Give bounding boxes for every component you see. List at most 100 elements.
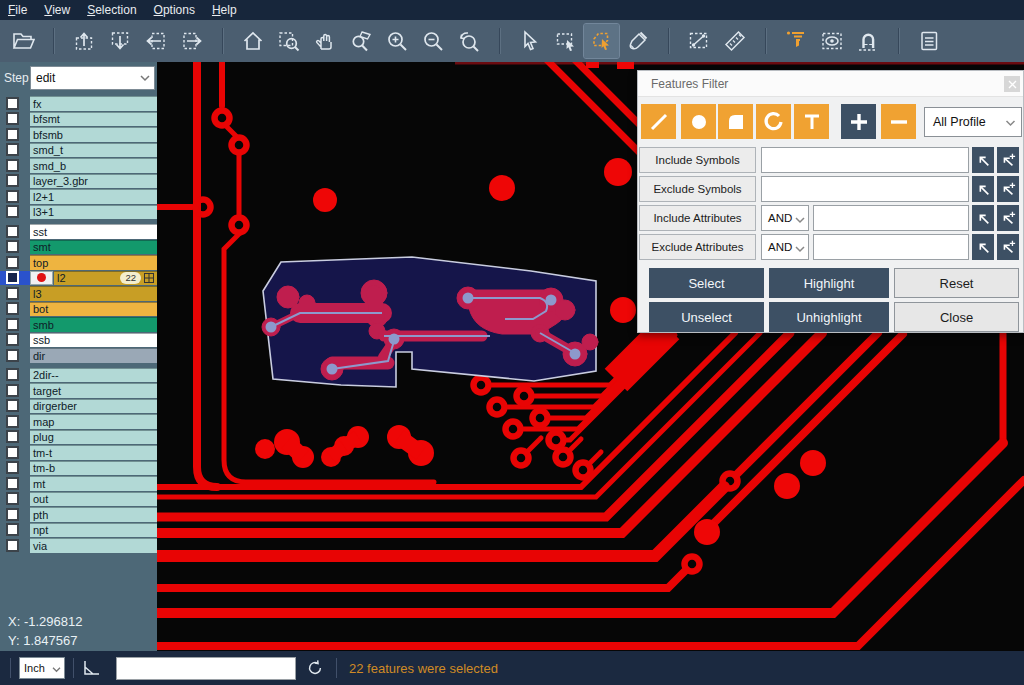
layer-checkbox[interactable]	[6, 333, 19, 346]
send-left-button[interactable]	[138, 24, 173, 58]
active-layer-indicator[interactable]	[30, 271, 53, 286]
layer-label-l3+1[interactable]: l3+1	[30, 205, 157, 220]
layer-label-smt[interactable]: smt	[30, 240, 157, 255]
layer-checkbox[interactable]	[6, 271, 19, 284]
layer-checkbox[interactable]	[6, 112, 19, 125]
layer-label-bfsmt[interactable]: bfsmt	[30, 112, 157, 127]
exclude-symbols-button[interactable]: Exclude Symbols	[639, 176, 756, 202]
zoom-window-button[interactable]	[271, 24, 306, 58]
exclude-attributes-operator[interactable]: AND	[761, 234, 809, 260]
exclude-symbols-input[interactable]	[761, 176, 969, 202]
layer-checkbox[interactable]	[6, 143, 19, 156]
layer-label-2dir--[interactable]: 2dir--	[30, 368, 157, 383]
grid-icon[interactable]	[144, 273, 154, 283]
command-input[interactable]	[116, 657, 296, 680]
layer-label-mt[interactable]: mt	[30, 476, 157, 491]
send-up-button[interactable]	[66, 24, 101, 58]
layer-checkbox[interactable]	[6, 205, 19, 218]
layer-label-l3[interactable]: l3	[30, 286, 157, 301]
report-list-button[interactable]	[911, 24, 946, 58]
close-button[interactable]: Close	[894, 302, 1019, 332]
include-attributes-operator[interactable]: AND	[761, 205, 809, 231]
select-pointer-button[interactable]	[512, 24, 547, 58]
polygon-select-button[interactable]	[584, 24, 619, 58]
pick-symbol-button[interactable]	[972, 176, 994, 202]
layer-checkbox[interactable]	[6, 159, 19, 172]
layer-label-via[interactable]: via	[30, 538, 157, 553]
dialog-title-bar[interactable]: Features Filter	[638, 71, 1023, 97]
layer-label-tm-t[interactable]: tm-t	[30, 445, 157, 460]
exclude-attributes-input[interactable]	[813, 234, 969, 260]
layer-checkbox[interactable]	[6, 430, 19, 443]
pick-symbol-button[interactable]	[972, 147, 994, 173]
layer-label-sst[interactable]: sst	[30, 224, 157, 239]
layer-label-smd_b[interactable]: smd_b	[30, 158, 157, 173]
home-view-button[interactable]	[235, 24, 270, 58]
features-filter-button[interactable]	[778, 24, 813, 58]
layer-checkbox[interactable]	[6, 415, 19, 428]
filter-add-button[interactable]	[841, 104, 876, 139]
filter-text-button[interactable]	[794, 104, 829, 139]
layer-label-l2+1[interactable]: l2+1	[30, 189, 157, 204]
snap-magnet-button[interactable]	[850, 24, 885, 58]
layer-label-out[interactable]: out	[30, 492, 157, 507]
layer-label-target[interactable]: target	[30, 383, 157, 398]
filter-remove-button[interactable]	[881, 104, 916, 139]
pick-attribute-add-button[interactable]	[997, 205, 1019, 231]
layer-label-top[interactable]: top	[30, 255, 157, 270]
reset-button[interactable]: Reset	[894, 268, 1019, 298]
filter-line-button[interactable]	[641, 104, 676, 139]
layer-checkbox[interactable]	[6, 190, 19, 203]
send-down-button[interactable]	[102, 24, 137, 58]
zoom-out-button[interactable]	[415, 24, 450, 58]
layer-checkbox[interactable]	[6, 399, 19, 412]
layer-label-bot[interactable]: bot	[30, 302, 157, 317]
layer-checkbox[interactable]	[6, 225, 19, 238]
include-attributes-input[interactable]	[813, 205, 969, 231]
layer-label-layer_3.gbr[interactable]: layer_3.gbr	[30, 174, 157, 189]
filter-pad-button[interactable]	[681, 104, 716, 139]
pick-attribute-add-button[interactable]	[997, 234, 1019, 260]
layer-checkbox[interactable]	[6, 446, 19, 459]
zoom-selection-button[interactable]	[343, 24, 378, 58]
menu-item-view[interactable]: View	[44, 3, 70, 17]
unhighlight-button[interactable]: Unhighlight	[769, 302, 889, 332]
selection-region[interactable]	[262, 257, 598, 387]
menu-item-options[interactable]: Options	[154, 3, 195, 17]
layer-label-bfsmb[interactable]: bfsmb	[30, 127, 157, 142]
layer-checkbox[interactable]	[6, 461, 19, 474]
layer-checkbox[interactable]	[6, 240, 19, 253]
send-right-button[interactable]	[174, 24, 209, 58]
ruler-button[interactable]	[717, 24, 752, 58]
paint-brush-button[interactable]	[620, 24, 655, 58]
highlight-button[interactable]: Highlight	[769, 268, 889, 298]
layer-label-map[interactable]: map	[30, 414, 157, 429]
layer-label-dirgerber[interactable]: dirgerber	[30, 399, 157, 414]
menu-item-selection[interactable]: Selection	[87, 3, 136, 17]
layer-label-npt[interactable]: npt	[30, 523, 157, 538]
pick-symbol-add-button[interactable]	[997, 147, 1019, 173]
angle-icon[interactable]	[82, 659, 102, 677]
open-folder-button[interactable]	[5, 24, 40, 58]
layer-checkbox[interactable]	[6, 302, 19, 315]
layer-label-smb[interactable]: smb	[30, 317, 157, 332]
select-button[interactable]: Select	[649, 268, 764, 298]
layer-checkbox[interactable]	[6, 368, 19, 381]
layer-label-smd_t[interactable]: smd_t	[30, 143, 157, 158]
pick-attribute-button[interactable]	[972, 234, 994, 260]
zoom-in-button[interactable]	[379, 24, 414, 58]
layer-label-dir[interactable]: dir	[30, 348, 157, 363]
layer-label-ssb[interactable]: ssb	[30, 333, 157, 348]
include-symbols-button[interactable]: Include Symbols	[639, 147, 756, 173]
layer-checkbox[interactable]	[6, 539, 19, 552]
filter-surface-button[interactable]	[718, 104, 753, 139]
unit-select[interactable]: Inch	[19, 657, 65, 679]
layer-checkbox[interactable]	[6, 508, 19, 521]
layer-checkbox[interactable]	[6, 477, 19, 490]
layer-checkbox[interactable]	[6, 349, 19, 362]
layer-label-l2[interactable]: l222	[54, 271, 157, 286]
exclude-attributes-button[interactable]: Exclude Attributes	[639, 234, 756, 260]
layer-checkbox[interactable]	[6, 523, 19, 536]
layer-checkbox[interactable]	[6, 128, 19, 141]
layer-label-plug[interactable]: plug	[30, 430, 157, 445]
